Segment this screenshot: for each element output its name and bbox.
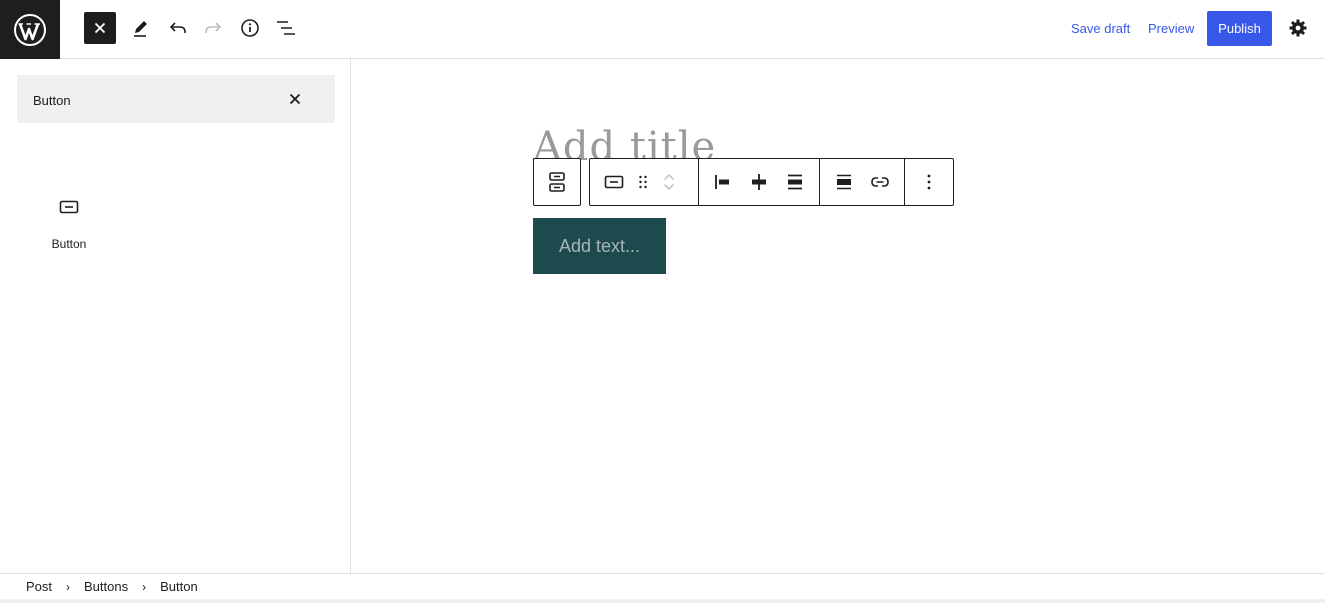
block-inserter-panel: Button Button xyxy=(0,59,351,573)
info-icon xyxy=(241,19,259,37)
bottom-divider xyxy=(0,599,1325,603)
more-options-button[interactable] xyxy=(911,159,947,205)
redo-button[interactable] xyxy=(197,12,229,44)
buttons-block-icon xyxy=(549,172,565,192)
breadcrumb-item-button: Button xyxy=(160,579,198,594)
pencil-icon xyxy=(134,21,147,37)
gear-icon xyxy=(1289,19,1307,37)
drag-handle-icon xyxy=(639,175,647,189)
button-block-icon xyxy=(604,175,624,189)
justify-left-icon xyxy=(715,175,729,189)
button-block-icon xyxy=(59,199,79,215)
align-wide-icon xyxy=(837,174,851,190)
search-input-value: Button xyxy=(33,93,71,108)
chevron-right-icon: › xyxy=(142,579,147,594)
chevron-down-icon[interactable] xyxy=(663,183,675,191)
width-settings-button[interactable] xyxy=(826,159,862,205)
close-inserter-button[interactable] xyxy=(84,12,116,44)
drag-handle[interactable] xyxy=(632,159,654,205)
preview-button[interactable]: Preview xyxy=(1148,21,1194,36)
justify-left-button[interactable] xyxy=(705,159,741,205)
block-breadcrumb: Post › Buttons › Button xyxy=(0,573,1325,599)
justify-center-icon xyxy=(752,174,766,190)
undo-button[interactable] xyxy=(162,12,194,44)
details-button[interactable] xyxy=(234,12,266,44)
edit-tool-button[interactable] xyxy=(125,12,157,44)
settings-button[interactable] xyxy=(1285,15,1311,41)
close-icon xyxy=(289,93,301,105)
breadcrumb-item-post[interactable]: Post xyxy=(26,579,52,594)
wordpress-logo-icon[interactable] xyxy=(0,0,60,59)
editor-header: Save draft Preview Publish xyxy=(0,0,1325,59)
justify-space-between-button[interactable] xyxy=(777,159,813,205)
justify-stretch-icon xyxy=(788,174,802,190)
more-options-group xyxy=(905,159,953,205)
inserter-block-item-button[interactable]: Button xyxy=(36,187,102,257)
block-type-switcher-button[interactable] xyxy=(596,159,632,205)
chevron-up-icon[interactable] xyxy=(663,173,675,181)
save-draft-button[interactable]: Save draft xyxy=(1071,21,1130,36)
button-block-text-input[interactable]: Add text... xyxy=(533,218,666,274)
select-parent-block-button[interactable] xyxy=(533,158,581,206)
editor-canvas: Add title Add text... xyxy=(352,59,1325,573)
publish-button[interactable]: Publish xyxy=(1207,11,1272,46)
close-icon xyxy=(94,22,106,34)
alignment-group xyxy=(699,159,820,205)
clear-search-button[interactable] xyxy=(285,89,305,109)
breadcrumb-item-buttons[interactable]: Buttons xyxy=(84,579,128,594)
block-item-label: Button xyxy=(51,237,87,251)
link-icon xyxy=(871,177,889,187)
list-view-button[interactable] xyxy=(270,12,302,44)
chevron-right-icon: › xyxy=(66,579,71,594)
block-mover xyxy=(654,159,684,205)
more-vertical-icon xyxy=(927,174,931,190)
list-view-icon xyxy=(277,21,295,35)
redo-icon xyxy=(205,22,222,33)
block-switcher-group xyxy=(590,159,699,205)
formatting-group xyxy=(820,159,905,205)
link-button[interactable] xyxy=(862,159,898,205)
undo-icon xyxy=(169,22,186,33)
justify-center-button[interactable] xyxy=(741,159,777,205)
block-search-input[interactable]: Button xyxy=(17,75,335,123)
block-toolbar xyxy=(589,158,954,206)
